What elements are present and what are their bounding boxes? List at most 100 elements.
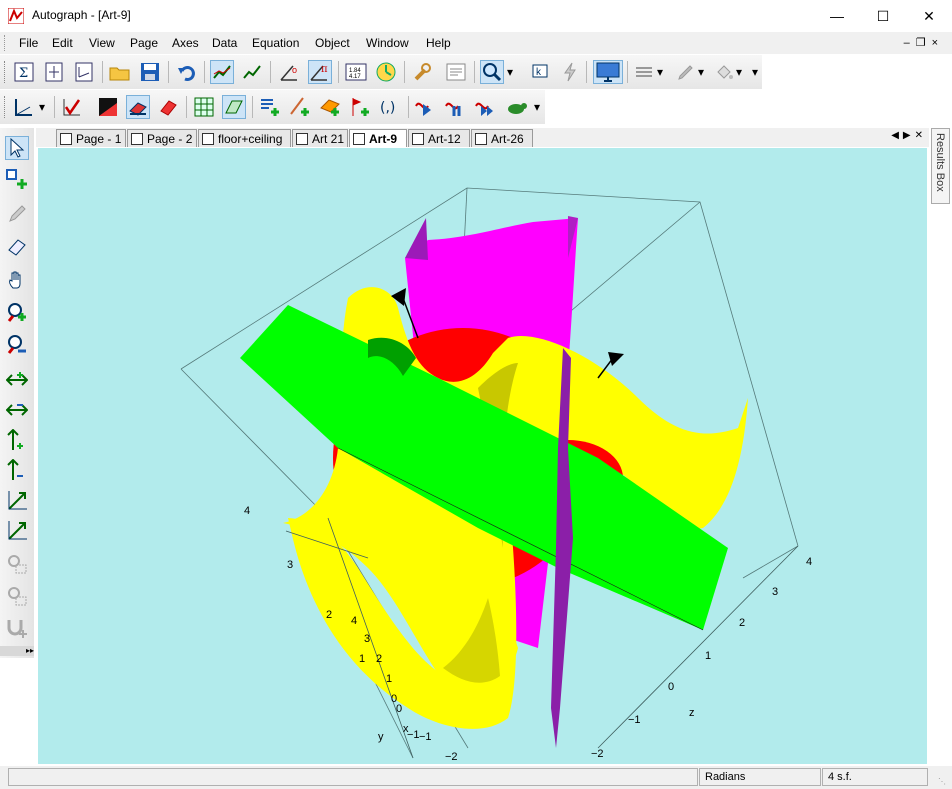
menu-axes[interactable]: Axes — [172, 36, 199, 50]
tools-icon[interactable] — [410, 60, 434, 84]
resize-grip-icon[interactable]: ⋱ — [938, 777, 948, 787]
stretch-x-in-icon[interactable] — [5, 368, 29, 392]
stretch-y-out-icon[interactable] — [5, 458, 29, 482]
fill-color-icon[interactable] — [712, 60, 736, 84]
menu-edit[interactable]: Edit — [52, 36, 73, 50]
animate-play-icon[interactable] — [414, 95, 438, 119]
stretch-y-in-icon[interactable] — [5, 428, 29, 452]
svg-text:4.17: 4.17 — [349, 74, 361, 80]
stretch-z-out-icon[interactable] — [5, 518, 29, 542]
add-plane-icon[interactable] — [318, 95, 342, 119]
text-box-icon[interactable] — [444, 60, 468, 84]
zoom-dropdown-icon[interactable]: ▾ — [504, 60, 516, 84]
animate-fast-icon[interactable] — [474, 95, 498, 119]
new-2d-page-icon[interactable] — [42, 60, 66, 84]
z-tick-minus2: −2 — [591, 748, 604, 760]
equation-icon[interactable] — [60, 95, 84, 119]
whiteboard-mode-icon[interactable] — [593, 60, 623, 84]
add-point-icon[interactable] — [348, 95, 372, 119]
tab-art-21[interactable]: Art 21 — [292, 129, 348, 147]
undo-icon[interactable] — [175, 60, 199, 84]
animate-pause-icon[interactable] — [444, 95, 468, 119]
tab-floor-ceiling[interactable]: floor+ceiling — [198, 129, 291, 147]
surface-red-icon[interactable] — [96, 95, 120, 119]
y-axis-label: y — [378, 731, 384, 743]
graph-view-icon[interactable] — [210, 60, 234, 84]
mdi-window-controls[interactable]: –❐× — [904, 36, 944, 49]
add-line-icon[interactable] — [288, 95, 312, 119]
fill-color-dropdown-icon[interactable]: ▾ — [734, 60, 744, 84]
sum-icon[interactable]: Σ — [12, 60, 36, 84]
turtle-icon[interactable] — [504, 95, 528, 119]
lightning-icon[interactable] — [558, 60, 582, 84]
zoom-box-icon[interactable] — [5, 552, 29, 576]
hand-drag-icon[interactable] — [5, 268, 29, 292]
radians-icon[interactable]: π — [308, 60, 332, 84]
stretch-z-in-icon[interactable] — [5, 488, 29, 512]
page-icon — [202, 132, 214, 145]
line-style-icon[interactable] — [632, 60, 656, 84]
animation-controller-icon[interactable] — [374, 60, 398, 84]
surface-flag-icon[interactable] — [156, 95, 180, 119]
save-icon[interactable] — [138, 60, 162, 84]
status-message-pane — [8, 768, 698, 786]
tab-page-2[interactable]: Page - 2 — [127, 129, 197, 147]
pen-color-icon[interactable] — [674, 60, 698, 84]
left-toolbar-overflow[interactable]: ▸▸ — [0, 646, 34, 656]
y-tick-1: 1 — [386, 673, 392, 685]
toolbar-grip-2[interactable] — [4, 96, 8, 118]
zoom-out-icon[interactable] — [5, 332, 29, 356]
graph-canvas[interactable]: 4 3 2 1 0 −1 −2 x 4 3 2 1 0 −1 y 4 3 2 1… — [38, 148, 927, 764]
results-box-tab[interactable]: Results Box — [931, 128, 950, 204]
menu-page[interactable]: Page — [130, 36, 158, 50]
axes-dropdown-icon[interactable]: ▾ — [36, 95, 48, 119]
close-button[interactable]: ✕ — [906, 0, 952, 32]
graph-table-icon[interactable] — [240, 60, 264, 84]
menu-window[interactable]: Window — [366, 36, 409, 50]
pen-color-dropdown-icon[interactable]: ▾ — [696, 60, 706, 84]
zoom-fit-icon[interactable] — [5, 584, 29, 608]
add-equation-icon[interactable] — [258, 95, 282, 119]
add-object-icon[interactable] — [5, 168, 29, 192]
menu-view[interactable]: View — [89, 36, 115, 50]
3d-plot[interactable]: 4 3 2 1 0 −1 −2 x 4 3 2 1 0 −1 y 4 3 2 1… — [38, 148, 927, 764]
line-style-dropdown-icon[interactable]: ▾ — [655, 60, 665, 84]
menu-equation[interactable]: Equation — [252, 36, 299, 50]
open-folder-icon[interactable] — [108, 60, 132, 84]
new-3d-page-icon[interactable] — [72, 60, 96, 84]
menu-file[interactable]: File — [19, 36, 38, 50]
minimize-button[interactable]: — — [814, 0, 860, 32]
menu-help[interactable]: Help — [426, 36, 451, 50]
add-coordinates-icon[interactable]: (,) — [378, 95, 402, 119]
toolbar-overflow-icon[interactable]: ▾ — [750, 60, 760, 84]
zoom-icon[interactable] — [480, 60, 504, 84]
toolbar-grip[interactable] — [4, 61, 8, 83]
page-icon — [353, 132, 365, 145]
tab-art-26[interactable]: Art-26 — [471, 129, 533, 147]
degrees-icon[interactable]: o — [278, 60, 302, 84]
tab-navigation[interactable]: ◀▶✕ — [891, 130, 927, 141]
y-tick-0: 0 — [396, 703, 402, 715]
surface-blue-icon[interactable] — [126, 95, 150, 119]
magnet-add-icon[interactable] — [5, 616, 29, 640]
svg-text:Σ: Σ — [19, 66, 28, 81]
select-arrow-icon[interactable] — [5, 136, 29, 160]
toolbar2-overflow-icon[interactable]: ▾ — [532, 95, 542, 119]
zoom-in-icon[interactable] — [5, 300, 29, 324]
status-bar: Radians 4 s.f. ⋱ — [0, 766, 952, 789]
tab-art-9[interactable]: Art-9 — [349, 129, 407, 147]
menu-data[interactable]: Data — [212, 36, 237, 50]
tab-page-1[interactable]: Page - 1 — [56, 129, 126, 147]
eraser-icon[interactable] — [5, 234, 29, 258]
stretch-x-out-icon[interactable] — [5, 398, 29, 422]
tab-art-12[interactable]: Art-12 — [408, 129, 470, 147]
page-icon — [475, 132, 487, 145]
slow-plot-icon[interactable]: k — [528, 60, 552, 84]
grid-icon[interactable] — [192, 95, 216, 119]
grid-3d-icon[interactable] — [222, 95, 246, 119]
decimal-places-icon[interactable]: 1.84 4.17 — [344, 60, 368, 84]
menu-object[interactable]: Object — [315, 36, 350, 50]
pencil-icon[interactable] — [5, 202, 29, 226]
axes-icon[interactable] — [12, 95, 36, 119]
maximize-button[interactable]: ☐ — [860, 0, 906, 32]
